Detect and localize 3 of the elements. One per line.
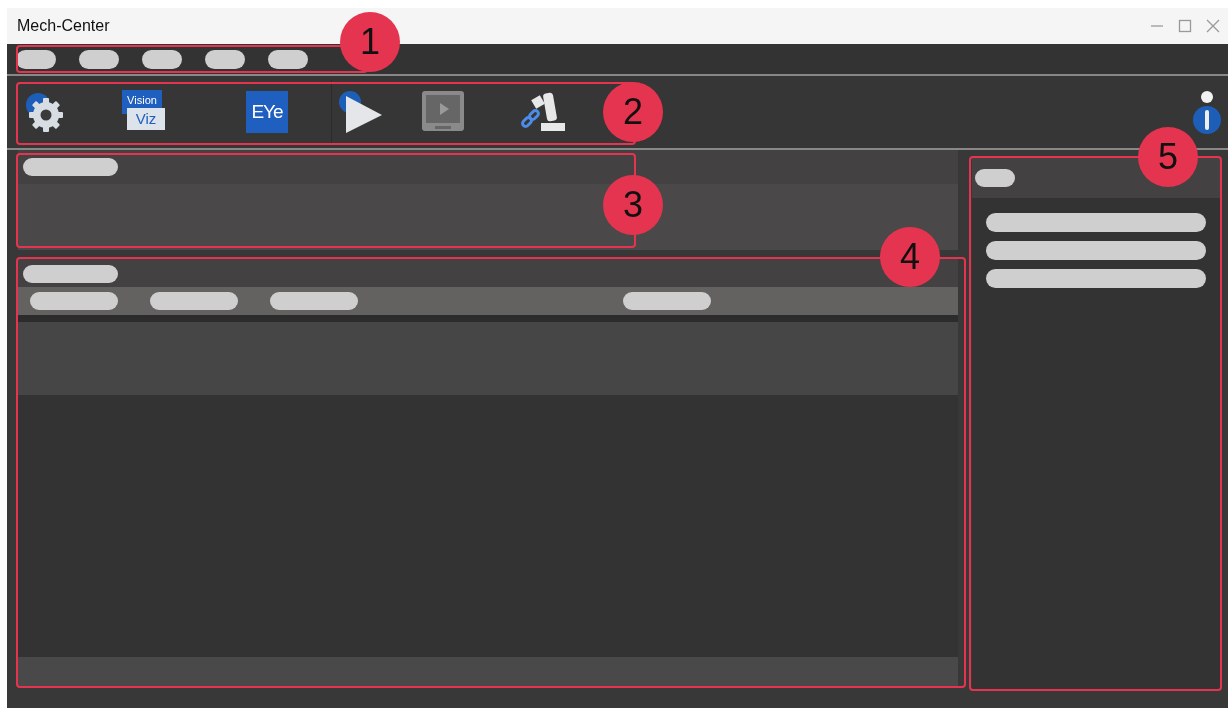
vision-viz-logo[interactable]: Vision Viz — [122, 90, 166, 134]
eye-logo[interactable]: EYe — [246, 91, 288, 133]
window-title: Mech-Center — [17, 17, 110, 35]
